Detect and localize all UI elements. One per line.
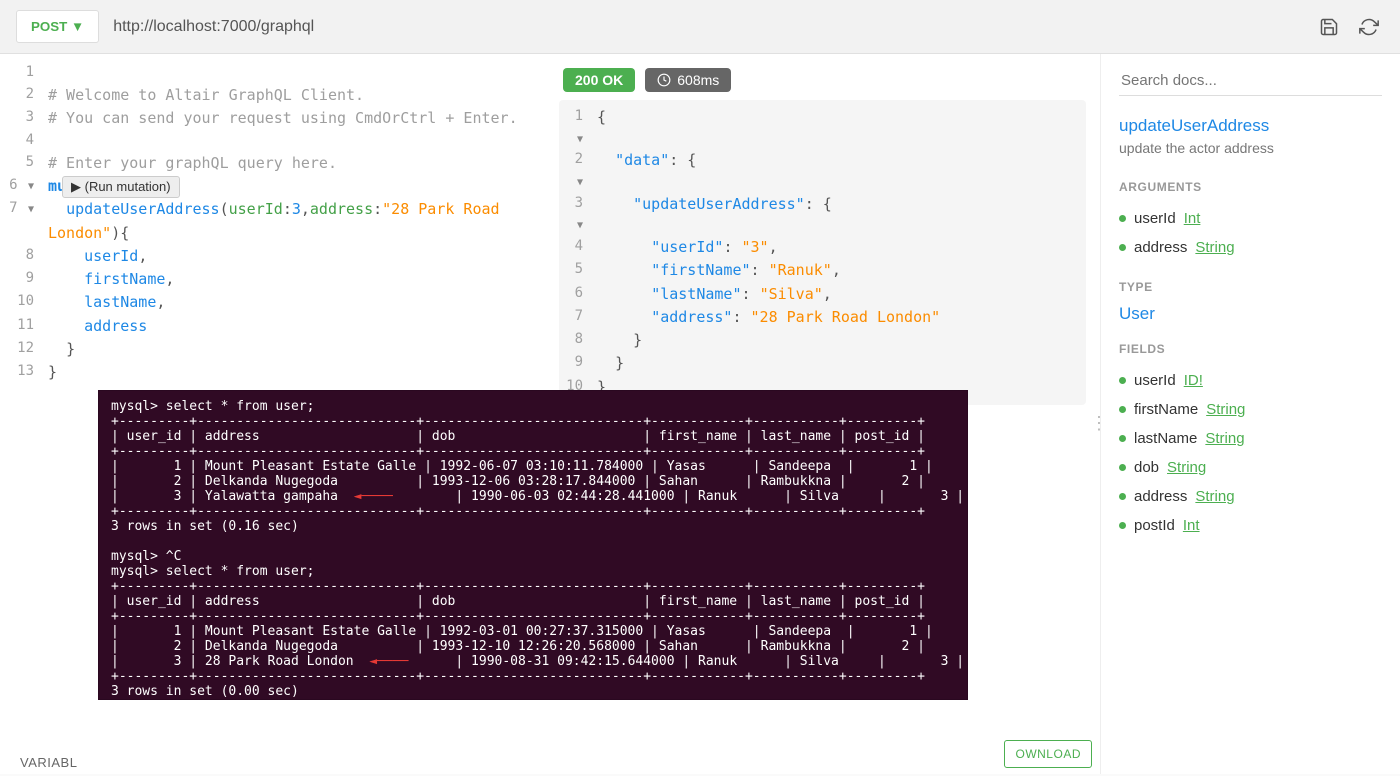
- type-link[interactable]: String: [1206, 401, 1245, 418]
- bullet-icon: [1119, 244, 1126, 251]
- argument-row: userId Int: [1119, 204, 1382, 233]
- section-arguments: ARGUMENTS: [1119, 180, 1382, 194]
- download-button[interactable]: OWNLOAD: [1004, 740, 1092, 768]
- type-link[interactable]: User: [1119, 304, 1382, 324]
- type-link[interactable]: ID!: [1184, 372, 1203, 389]
- reload-icon[interactable]: [1354, 12, 1384, 42]
- type-link[interactable]: String: [1195, 488, 1234, 505]
- bullet-icon: [1119, 464, 1126, 471]
- drag-handle-icon[interactable]: ⋮: [1090, 414, 1108, 432]
- bullet-icon: [1119, 522, 1126, 529]
- http-method-button[interactable]: POST ▼: [16, 10, 99, 43]
- bullet-icon: [1119, 406, 1126, 413]
- type-link[interactable]: String: [1205, 430, 1244, 447]
- type-link[interactable]: Int: [1183, 517, 1200, 534]
- doc-operation-desc: update the actor address: [1119, 140, 1382, 156]
- bullet-icon: [1119, 493, 1126, 500]
- arrow-icon: ◄────: [354, 489, 393, 504]
- bullet-icon: [1119, 377, 1126, 384]
- time-badge: 608ms: [645, 68, 731, 92]
- section-type: TYPE: [1119, 280, 1382, 294]
- field-row: dob String: [1119, 453, 1382, 482]
- argument-row: address String: [1119, 233, 1382, 262]
- bullet-icon: [1119, 215, 1126, 222]
- response-json[interactable]: 1 ▼{ 2 ▼ "data": { 3 ▼ "updateUserAddres…: [559, 100, 1086, 405]
- arrow-icon: ◄────: [369, 654, 408, 669]
- type-link[interactable]: String: [1195, 239, 1234, 256]
- field-row: postId Int: [1119, 511, 1382, 540]
- field-row: userId ID!: [1119, 366, 1382, 395]
- run-mutation-button[interactable]: ▶ (Run mutation): [62, 176, 180, 198]
- type-link[interactable]: Int: [1184, 210, 1201, 227]
- status-badge: 200 OK: [563, 68, 635, 92]
- bullet-icon: [1119, 435, 1126, 442]
- type-link[interactable]: String: [1167, 459, 1206, 476]
- url-input[interactable]: [109, 12, 1304, 42]
- terminal-output: mysql> select * from user; +---------+--…: [98, 390, 968, 700]
- docs-panel: updateUserAddress update the actor addre…: [1100, 54, 1400, 774]
- clock-icon: [657, 73, 671, 87]
- docs-search-input[interactable]: [1119, 66, 1382, 96]
- save-icon[interactable]: [1314, 12, 1344, 42]
- topbar: POST ▼: [0, 0, 1400, 54]
- field-row: address String: [1119, 482, 1382, 511]
- doc-operation-title[interactable]: updateUserAddress: [1119, 116, 1382, 136]
- field-row: firstName String: [1119, 395, 1382, 424]
- section-fields: FIELDS: [1119, 342, 1382, 356]
- field-row: lastName String: [1119, 424, 1382, 453]
- variables-panel-label[interactable]: VARIABL: [20, 755, 77, 770]
